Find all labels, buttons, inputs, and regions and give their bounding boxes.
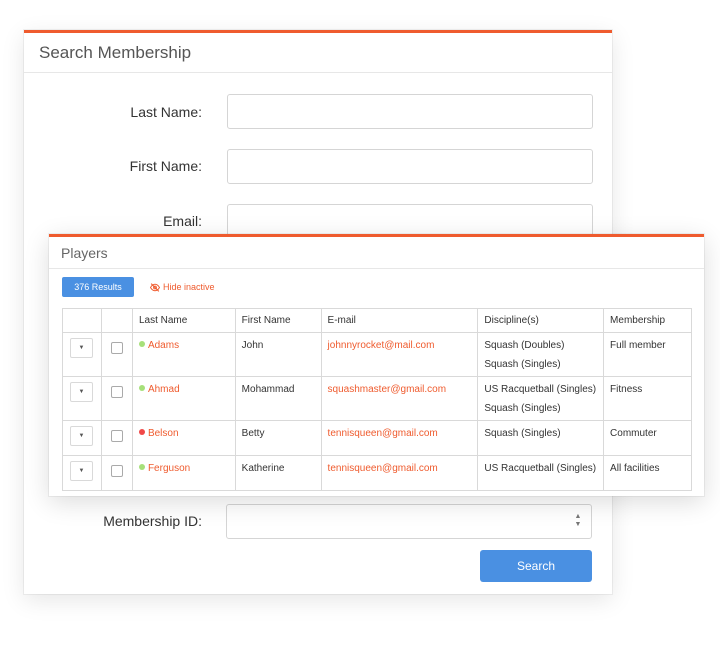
- row-select-cell: [100, 332, 133, 377]
- first-name-cell: Betty: [234, 420, 322, 456]
- caret-down-icon[interactable]: ▼: [70, 461, 93, 481]
- column-header-disciplines[interactable]: Discipline(s): [477, 308, 605, 333]
- row-select-cell: [100, 455, 133, 491]
- first-name-label: First Name:: [129, 158, 202, 174]
- disciplines-cell: US Racquetball (Singles): [477, 455, 605, 491]
- row-actions-cell: ▼: [62, 376, 102, 421]
- column-header-membership[interactable]: Membership: [603, 308, 692, 333]
- email-cell: johnnyrocket@mail.com: [320, 332, 479, 377]
- last-name-cell: Ferguson: [131, 455, 236, 491]
- players-table: Last Name First Name E-mail Discipline(s…: [62, 308, 692, 491]
- email-link[interactable]: johnnyrocket@mail.com: [328, 340, 435, 351]
- results-count-badge[interactable]: 376 Results: [62, 277, 134, 297]
- row-checkbox[interactable]: [110, 430, 123, 442]
- last-name-cell: Adams: [131, 332, 236, 377]
- hide-inactive-toggle[interactable]: Hide inactive: [150, 282, 215, 292]
- membership-cell: Commuter: [603, 420, 692, 456]
- last-name-cell: Belson: [131, 420, 236, 456]
- row-checkbox[interactable]: [110, 386, 123, 398]
- membership-id-label: Membership ID:: [103, 513, 202, 529]
- row-actions-cell: ▼: [62, 455, 102, 491]
- row-checkbox[interactable]: [110, 465, 123, 477]
- search-panel-title: Search Membership: [24, 33, 612, 73]
- player-name-link[interactable]: Belson: [148, 428, 179, 439]
- sort-arrows-icon: ▲ ▼: [574, 513, 582, 528]
- table-row: ▼ Ahmad Mohammad squashmaster@gmail.com …: [62, 376, 692, 421]
- discipline-item: Squash (Singles): [484, 428, 561, 439]
- email-link[interactable]: squashmaster@gmail.com: [328, 384, 447, 395]
- player-name-link[interactable]: Ahmad: [148, 384, 180, 395]
- email-label: Email:: [163, 213, 202, 229]
- membership-cell: All facilities: [603, 455, 692, 491]
- membership-id-select[interactable]: ▲ ▼: [226, 504, 592, 539]
- player-name-link[interactable]: Adams: [148, 340, 179, 351]
- table-row: ▼ Belson Betty tennisqueen@gmail.com Squ…: [62, 420, 692, 456]
- email-link[interactable]: tennisqueen@gmail.com: [328, 428, 438, 439]
- discipline-item: US Racquetball (Singles): [484, 384, 597, 395]
- column-header-email[interactable]: E-mail: [320, 308, 479, 333]
- players-panel-title: Players: [49, 237, 704, 269]
- first-name-input[interactable]: [227, 149, 593, 184]
- row-actions-cell: ▼: [62, 332, 102, 377]
- email-cell: tennisqueen@gmail.com: [320, 420, 479, 456]
- disciplines-cell: US Racquetball (Singles) Squash (Singles): [477, 376, 605, 421]
- disciplines-cell: Squash (Doubles) Squash (Singles): [477, 332, 605, 377]
- last-name-input[interactable]: [227, 94, 593, 129]
- eye-slash-icon: [150, 282, 160, 292]
- row-checkbox[interactable]: [110, 342, 123, 354]
- status-dot: [138, 341, 145, 347]
- status-dot: [138, 464, 145, 470]
- disciplines-cell: Squash (Singles): [477, 420, 605, 456]
- player-name-link[interactable]: Ferguson: [148, 463, 190, 474]
- status-dot: [138, 385, 145, 391]
- column-header-last-name[interactable]: Last Name: [131, 308, 236, 333]
- discipline-item: Squash (Singles): [484, 359, 561, 370]
- first-name-cell: John: [234, 332, 322, 377]
- row-actions-cell: ▼: [62, 420, 102, 456]
- row-select-cell: [100, 376, 133, 421]
- status-dot: [138, 429, 145, 435]
- table-row: ▼ Adams John johnnyrocket@mail.com Squas…: [62, 332, 692, 377]
- first-name-cell: Mohammad: [234, 376, 322, 421]
- last-name-label: Last Name:: [130, 104, 202, 120]
- players-panel: Players 376 Results Hide inactive Last N…: [49, 234, 704, 496]
- discipline-item: Squash (Singles): [484, 403, 561, 414]
- hide-inactive-label: Hide inactive: [163, 282, 215, 292]
- email-cell: squashmaster@gmail.com: [320, 376, 479, 421]
- table-header-row: Last Name First Name E-mail Discipline(s…: [62, 308, 692, 333]
- email-cell: tennisqueen@gmail.com: [320, 455, 479, 491]
- column-header-select: [100, 308, 133, 333]
- caret-down-icon[interactable]: ▼: [70, 382, 93, 402]
- membership-cell: Fitness: [603, 376, 692, 421]
- column-header-actions: [62, 308, 102, 333]
- email-link[interactable]: tennisqueen@gmail.com: [328, 463, 438, 474]
- last-name-cell: Ahmad: [131, 376, 236, 421]
- search-button[interactable]: Search: [480, 550, 592, 582]
- caret-down-icon[interactable]: ▼: [70, 426, 93, 446]
- row-select-cell: [100, 420, 133, 456]
- membership-cell: Full member: [603, 332, 692, 377]
- caret-down-icon[interactable]: ▼: [70, 338, 93, 358]
- first-name-cell: Katherine: [234, 455, 322, 491]
- discipline-item: US Racquetball (Singles): [484, 463, 597, 474]
- table-row: ▼ Ferguson Katherine tennisqueen@gmail.c…: [62, 455, 692, 491]
- column-header-first-name[interactable]: First Name: [234, 308, 322, 333]
- discipline-item: Squash (Doubles): [484, 340, 565, 351]
